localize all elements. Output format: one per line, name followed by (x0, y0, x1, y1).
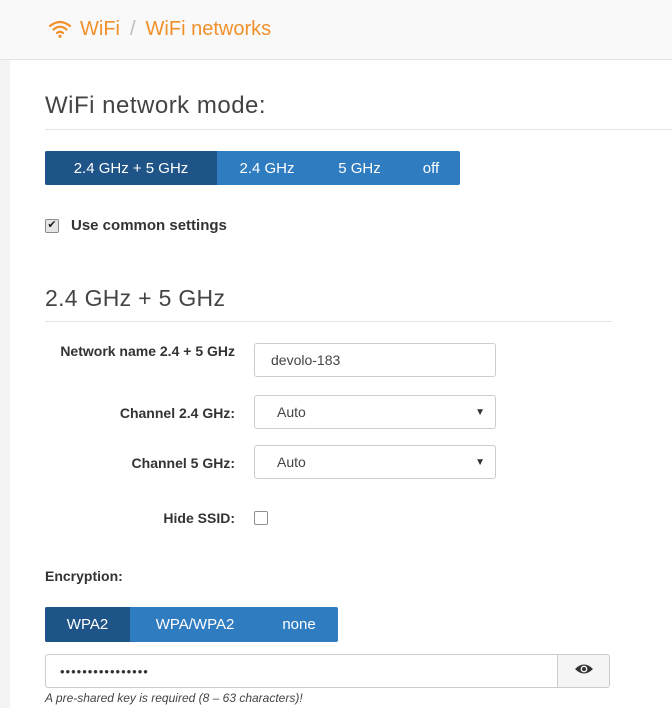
chevron-down-icon: ▼ (475, 406, 485, 418)
mode-option-dual[interactable]: 2.4 GHz + 5 GHz (45, 151, 217, 185)
mode-selector: 2.4 GHz + 5 GHz 2.4 GHz 5 GHz off (45, 151, 460, 185)
common-settings-label[interactable]: Use common settings (71, 217, 227, 234)
breadcrumb: WiFi / WiFi networks (48, 14, 271, 44)
channel-24-select[interactable]: Auto ▼ (254, 395, 496, 429)
band-heading: 2.4 GHz + 5 GHz (45, 285, 612, 322)
encryption-option-none[interactable]: none (260, 607, 338, 642)
mode-option-5[interactable]: 5 GHz (317, 151, 402, 185)
channel-5-value: Auto (277, 454, 306, 470)
chevron-down-icon: ▼ (475, 456, 485, 468)
encryption-option-wpa2[interactable]: WPA2 (45, 607, 130, 642)
breadcrumb-section[interactable]: WiFi (80, 18, 120, 41)
channel-24-value: Auto (277, 404, 306, 420)
breadcrumb-separator: / (129, 17, 136, 40)
common-settings-checkbox[interactable]: ✔ (45, 218, 59, 233)
reveal-password-button[interactable] (558, 654, 610, 688)
mode-option-off[interactable]: off (402, 151, 460, 185)
channel-24-label: Channel 2.4 GHz: (119, 405, 235, 421)
channel-5-label: Channel 5 GHz: (131, 455, 235, 471)
mode-option-24[interactable]: 2.4 GHz (217, 151, 317, 185)
eye-icon (574, 662, 594, 681)
breadcrumb-page: WiFi networks (145, 17, 272, 40)
network-name-input[interactable]: devolo-183 (254, 343, 496, 377)
hide-ssid-label: Hide SSID: (163, 510, 235, 526)
password-group: •••••••••••••••• (45, 654, 610, 688)
network-name-label: Network name 2.4 + 5 GHz (60, 343, 235, 359)
channel-5-select[interactable]: Auto ▼ (254, 445, 496, 479)
hide-ssid-checkbox[interactable] (254, 511, 268, 525)
mode-heading: WiFi network mode: (45, 92, 672, 130)
wifi-icon (48, 19, 72, 39)
encryption-selector: WPA2 WPA/WPA2 none (45, 607, 338, 642)
page-header: WiFi / WiFi networks (0, 0, 672, 60)
encryption-option-wpa-wpa2[interactable]: WPA/WPA2 (130, 607, 260, 642)
left-gutter (0, 60, 10, 708)
common-settings-row: ✔ Use common settings (45, 217, 227, 234)
encryption-label: Encryption: (45, 568, 123, 584)
password-help-text: A pre-shared key is required (8 – 63 cha… (45, 691, 303, 705)
password-input[interactable]: •••••••••••••••• (45, 654, 558, 688)
